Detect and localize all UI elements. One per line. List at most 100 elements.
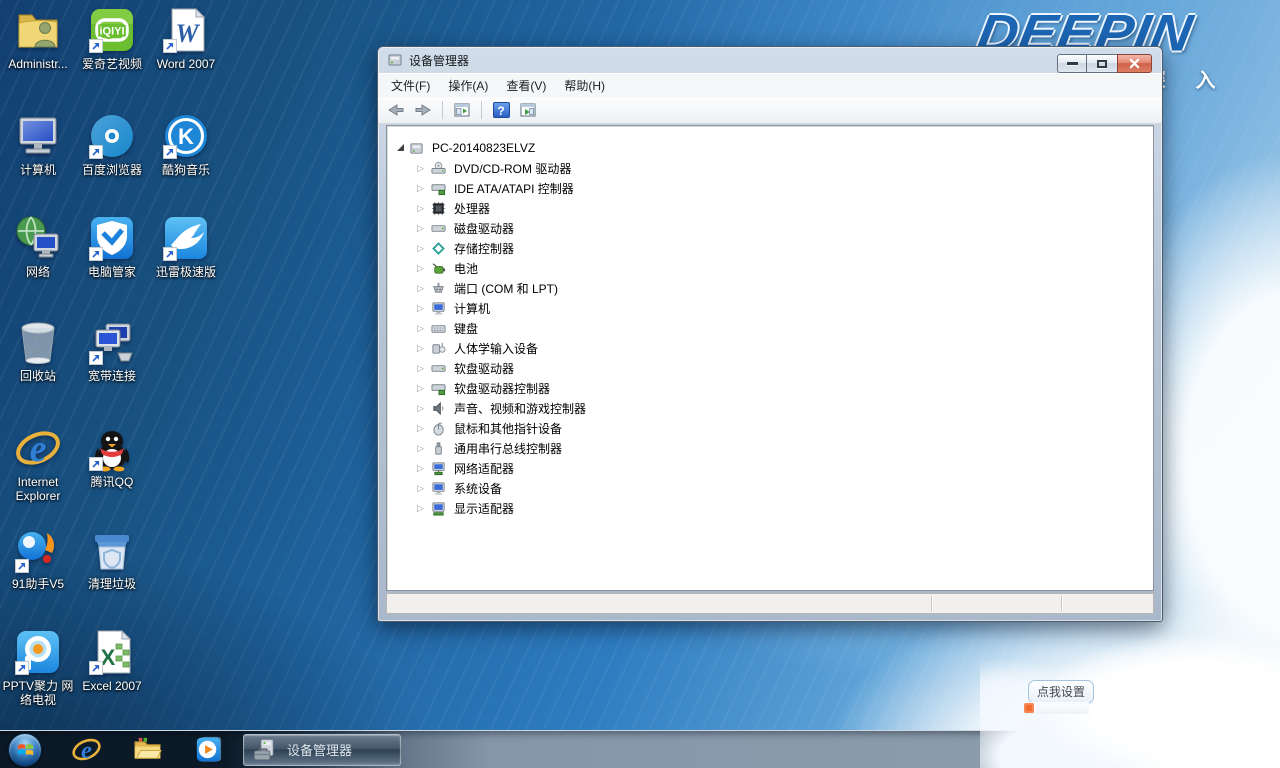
tree-item-3[interactable]: ▷ 磁盘驱动器 <box>395 218 1153 238</box>
desktop-icon-recycle[interactable]: 回收站 <box>2 318 74 383</box>
desktop-icon-kugou[interactable]: 酷狗音乐 <box>150 112 222 177</box>
net-device-icon <box>431 461 446 476</box>
tree-item-4[interactable]: ▷存储控制器 <box>395 238 1153 258</box>
show-console-tree-button[interactable] <box>451 100 473 121</box>
tree-item-9[interactable]: ▷人体学输入设备 <box>395 338 1153 358</box>
taskbar-task-device-manager[interactable]: 设备管理器 <box>243 734 401 766</box>
settings-tooltip[interactable]: 点我设置 <box>1028 680 1094 704</box>
storage-device-icon <box>431 241 446 256</box>
desktop-icon-thunder[interactable]: 迅雷极速版 <box>150 214 222 279</box>
action-pane-button[interactable] <box>517 100 539 121</box>
desktop-icon-ie[interactable]: Internet Explorer <box>2 424 74 503</box>
expander-collapsed-icon[interactable]: ▷ <box>417 503 430 514</box>
expander-collapsed-icon[interactable]: ▷ <box>417 463 430 474</box>
tree-item-label: 网络适配器 <box>452 459 516 478</box>
expander-collapsed-icon[interactable]: ▷ <box>417 263 430 274</box>
expander-collapsed-icon[interactable]: ▷ <box>417 403 430 414</box>
tree-item-label: 磁盘驱动器 <box>452 219 516 238</box>
desktop-icon-baidu[interactable]: 百度浏览器 <box>76 112 148 177</box>
wave-foam <box>980 618 1280 768</box>
computer-icon <box>409 141 424 156</box>
expander-collapsed-icon[interactable]: ▷ <box>417 203 430 214</box>
desktop-icon-label: 清理垃圾 <box>88 577 136 591</box>
tree-item-15[interactable]: ▷ 网络适配器 <box>395 458 1153 478</box>
back-button[interactable] <box>385 100 407 121</box>
menu-item-3[interactable]: 帮助(H) <box>555 73 614 98</box>
menu-item-1[interactable]: 操作(A) <box>439 73 497 98</box>
expander-collapsed-icon[interactable]: ▷ <box>417 183 430 194</box>
tree-item-1[interactable]: ▷IDE ATA/ATAPI 控制器 <box>395 178 1153 198</box>
expander-collapsed-icon[interactable]: ▷ <box>417 443 430 454</box>
desktop-icon-network[interactable]: 网络 <box>2 214 74 279</box>
desktop-icon-label: 电脑管家 <box>88 265 136 279</box>
expander-expanded-icon[interactable] <box>397 144 404 151</box>
desktop-icon-broadband[interactable]: 宽带连接 <box>76 318 148 383</box>
close-button[interactable] <box>1117 54 1152 73</box>
tree-item-12[interactable]: ▷声音、视频和游戏控制器 <box>395 398 1153 418</box>
shortcut-arrow-icon <box>89 145 103 159</box>
desktop: DEEPIN 深 入 Administr...爱奇艺视频Word 2007计算机… <box>0 0 1280 768</box>
tree-item-13[interactable]: ▷ 鼠标和其他指针设备 <box>395 418 1153 438</box>
expander-collapsed-icon[interactable]: ▷ <box>417 283 430 294</box>
expander-collapsed-icon[interactable]: ▷ <box>417 163 430 174</box>
expander-collapsed-icon[interactable]: ▷ <box>417 323 430 334</box>
restore-icon <box>1097 60 1107 68</box>
expander-collapsed-icon[interactable]: ▷ <box>417 483 430 494</box>
tree-root-pc[interactable]: PC-20140823ELVZ <box>395 138 1153 158</box>
desktop-icon-qq[interactable]: 腾讯QQ <box>76 424 148 489</box>
tree-item-8[interactable]: ▷键盘 <box>395 318 1153 338</box>
tree-item-7[interactable]: ▷计算机 <box>395 298 1153 318</box>
desktop-icon-clean[interactable]: 清理垃圾 <box>76 526 148 591</box>
tree-item-16[interactable]: ▷系统设备 <box>395 478 1153 498</box>
tree-item-10[interactable]: ▷软盘驱动器 <box>395 358 1153 378</box>
desktop-icon-pcmgr[interactable]: 电脑管家 <box>76 214 148 279</box>
window-titlebar[interactable]: 设备管理器 <box>378 47 1162 73</box>
menu-item-2[interactable]: 查看(V) <box>497 73 555 98</box>
desktop-icon-user-folder[interactable]: Administr... <box>2 6 74 71</box>
start-button[interactable] <box>8 733 42 767</box>
port-device-icon <box>431 281 446 296</box>
menu-item-0[interactable]: 文件(F) <box>382 73 439 98</box>
expander-collapsed-icon[interactable]: ▷ <box>417 343 430 354</box>
desktop-widget-fragment[interactable] <box>1023 702 1089 714</box>
tree-item-label: 显示适配器 <box>452 499 516 518</box>
tree-item-11[interactable]: ▷软盘驱动器控制器 <box>395 378 1153 398</box>
restore-button[interactable] <box>1087 54 1117 73</box>
desktop-icon-word[interactable]: Word 2007 <box>150 6 222 71</box>
taskbar-media-player-button[interactable] <box>191 733 225 767</box>
forward-button[interactable] <box>412 100 434 121</box>
tree-item-0[interactable]: ▷DVD/CD-ROM 驱动器 <box>395 158 1153 178</box>
shortcut-arrow-icon <box>163 145 177 159</box>
tree-item-14[interactable]: ▷通用串行总线控制器 <box>395 438 1153 458</box>
tree-item-6[interactable]: ▷端口 (COM 和 LPT) <box>395 278 1153 298</box>
minimize-icon <box>1067 62 1078 65</box>
taskbar: 设备管理器 <box>0 730 1021 768</box>
tree-item-5[interactable]: ▷电池 <box>395 258 1153 278</box>
expander-collapsed-icon[interactable]: ▷ <box>417 303 430 314</box>
drive-device-icon <box>431 221 446 236</box>
taskbar-ie-button[interactable] <box>69 733 103 767</box>
desktop-icon-iqiyi[interactable]: 爱奇艺视频 <box>76 6 148 71</box>
toolbar: ? <box>378 97 1162 124</box>
tree-item-label: 鼠标和其他指针设备 <box>452 419 564 438</box>
tree-item-2[interactable]: ▷处理器 <box>395 198 1153 218</box>
tree-item-17[interactable]: ▷ 显示适配器 <box>395 498 1153 518</box>
help-button[interactable]: ? <box>490 100 512 121</box>
desktop-icon-label: 迅雷极速版 <box>156 265 216 279</box>
expander-collapsed-icon[interactable]: ▷ <box>417 383 430 394</box>
desktop-icon-label: 网络 <box>26 265 50 279</box>
forward-icon <box>414 101 432 119</box>
ie-icon-art <box>14 424 62 472</box>
expander-collapsed-icon[interactable]: ▷ <box>417 423 430 434</box>
desktop-icon-a91[interactable]: 91助手V5 <box>2 526 74 591</box>
excel-icon <box>88 628 136 676</box>
taskbar-explorer-button[interactable] <box>130 733 164 767</box>
desktop-icon-label: 91助手V5 <box>12 577 64 591</box>
desktop-icon-pptv[interactable]: PPTV聚力 网络电视 <box>2 628 74 707</box>
expander-collapsed-icon[interactable]: ▷ <box>417 363 430 374</box>
minimize-button[interactable] <box>1057 54 1087 73</box>
desktop-icon-computer[interactable]: 计算机 <box>2 112 74 177</box>
desktop-icon-excel[interactable]: Excel 2007 <box>76 628 148 693</box>
expander-collapsed-icon[interactable]: ▷ <box>417 243 430 254</box>
expander-collapsed-icon[interactable]: ▷ <box>417 223 430 234</box>
